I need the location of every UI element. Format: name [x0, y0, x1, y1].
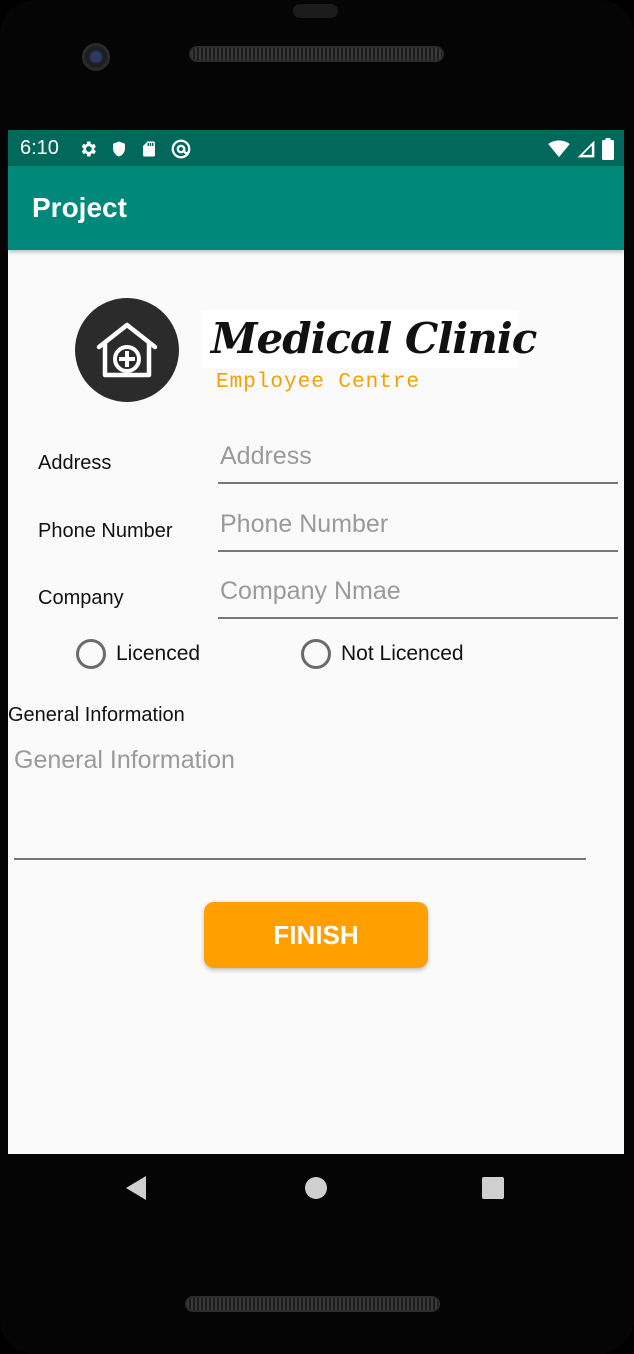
back-icon[interactable]	[124, 1174, 148, 1202]
radio-not-licenced[interactable]: Not Licenced	[301, 639, 464, 669]
bottom-speaker	[185, 1296, 440, 1312]
finish-button[interactable]: FINISH	[204, 902, 428, 968]
address-input[interactable]	[218, 436, 618, 484]
brand-name: Medical Clinic	[211, 314, 537, 363]
navigation-bar	[0, 1154, 634, 1226]
home-plus-icon	[96, 322, 158, 378]
radio-circle[interactable]	[76, 639, 106, 669]
top-notch	[293, 4, 338, 18]
wifi-icon	[548, 140, 570, 158]
home-icon[interactable]	[304, 1174, 328, 1202]
shield-icon	[113, 141, 125, 157]
status-bar: 6:10	[8, 130, 624, 166]
general-information-input[interactable]	[14, 734, 586, 860]
app-title: Project	[32, 192, 127, 223]
company-label: Company	[38, 587, 124, 609]
sd-card-icon	[143, 141, 155, 157]
address-label: Address	[38, 452, 112, 474]
general-information-label: General Information	[8, 704, 185, 726]
brand-subtitle: Employee Centre	[216, 371, 421, 394]
company-input[interactable]	[218, 571, 618, 619]
gear-icon	[81, 141, 96, 157]
recents-icon[interactable]	[481, 1174, 505, 1202]
earpiece-speaker	[189, 46, 444, 62]
signal-icon	[577, 140, 595, 158]
phone-frame: 6:10 Project Medical Clinic Employee Cen…	[0, 0, 634, 1354]
app-bar: Project	[8, 166, 624, 250]
radio-not-licenced-label: Not Licenced	[341, 642, 464, 665]
radio-licenced-label: Licenced	[116, 642, 201, 665]
phone-number-input[interactable]	[218, 504, 618, 552]
screen: 6:10 Project Medical Clinic Employee Cen…	[8, 130, 624, 1154]
status-icons-left	[78, 138, 192, 160]
phone-number-label: Phone Number	[38, 520, 173, 542]
clinic-logo	[75, 298, 179, 402]
radio-licenced[interactable]: Licenced	[76, 639, 200, 669]
status-icons-right	[548, 138, 614, 160]
battery-icon	[602, 138, 614, 160]
front-camera	[82, 43, 110, 71]
radio-circle[interactable]	[301, 639, 331, 669]
status-time: 6:10	[20, 137, 59, 159]
at-sign-icon	[171, 139, 191, 159]
brand-logo: Medical Clinic	[201, 310, 537, 368]
